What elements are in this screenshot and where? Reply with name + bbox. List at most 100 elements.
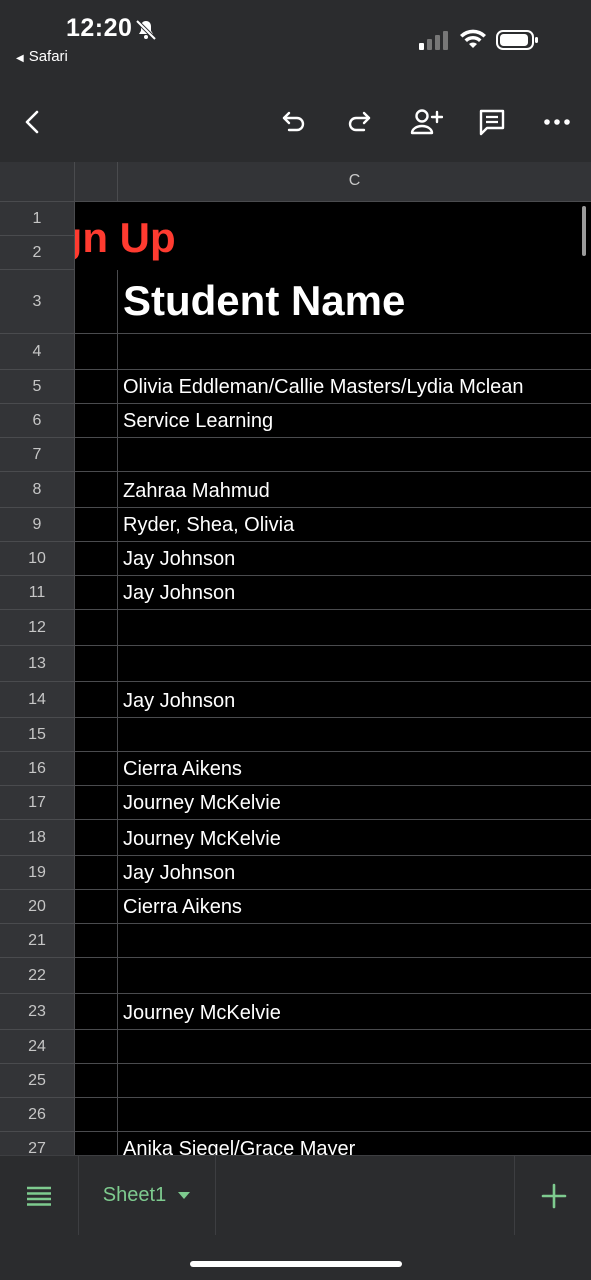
row-number[interactable]: 19 [0, 856, 75, 890]
cell-c[interactable] [118, 334, 591, 370]
cell-c[interactable] [118, 646, 591, 682]
row-number[interactable]: 14 [0, 682, 75, 718]
cell-b[interactable] [75, 610, 118, 646]
row-number[interactable]: 26 [0, 1098, 75, 1132]
row-number[interactable]: 5 [0, 370, 75, 404]
cell-b[interactable] [75, 752, 118, 786]
row-number[interactable]: 23 [0, 994, 75, 1030]
back-button[interactable] [13, 102, 53, 142]
redo-button[interactable] [339, 102, 379, 142]
table-row: 26 [0, 1098, 591, 1132]
row-number[interactable]: 16 [0, 752, 75, 786]
share-button[interactable] [406, 102, 446, 142]
table-row: 5 Olivia Eddleman/Callie Masters/Lydia Mc… [0, 370, 591, 404]
vertical-scrollbar[interactable] [582, 206, 586, 256]
cell-c[interactable] [118, 1064, 591, 1098]
cell-b[interactable] [75, 1098, 118, 1132]
cell-b[interactable] [75, 820, 118, 856]
table-row: 7 [0, 438, 591, 472]
cell-b[interactable] [75, 958, 118, 994]
row-number[interactable]: 21 [0, 924, 75, 958]
row-number[interactable]: 12 [0, 610, 75, 646]
cell-c[interactable]: Cierra Aikens [118, 890, 591, 924]
cell-b[interactable] [75, 1030, 118, 1064]
cell-c[interactable] [118, 610, 591, 646]
row-number[interactable]: 13 [0, 646, 75, 682]
cell-b[interactable] [75, 370, 118, 404]
table-row: 19 Jay Johnson [0, 856, 591, 890]
back-to-app-link[interactable]: ◀ Safari [16, 48, 68, 65]
row-number[interactable]: 24 [0, 1030, 75, 1064]
row-number[interactable]: 25 [0, 1064, 75, 1098]
cell-b[interactable] [75, 786, 118, 820]
cell-c[interactable]: Service Learning [118, 404, 591, 438]
cell-b[interactable] [75, 1064, 118, 1098]
row-number[interactable]: 27 [0, 1132, 75, 1155]
cell-c[interactable]: Anika Siegel/Grace Mayer [118, 1132, 591, 1155]
cell-c[interactable] [118, 1030, 591, 1064]
home-indicator[interactable] [190, 1261, 402, 1267]
row-number[interactable]: 10 [0, 542, 75, 576]
cell-c[interactable]: Cierra Aikens [118, 752, 591, 786]
row-number[interactable]: 4 [0, 334, 75, 370]
row-number[interactable]: 17 [0, 786, 75, 820]
row-number[interactable]: 2 [0, 236, 75, 270]
select-all-corner[interactable] [0, 162, 75, 202]
column-header-b[interactable] [75, 162, 118, 202]
cell-b[interactable] [75, 404, 118, 438]
title-cell[interactable]: Sign Up [75, 202, 591, 270]
row-number[interactable]: 22 [0, 958, 75, 994]
row-number[interactable]: 18 [0, 820, 75, 856]
more-button[interactable] [537, 102, 577, 142]
sheet-list-button[interactable] [0, 1156, 79, 1235]
cell-b[interactable] [75, 994, 118, 1030]
row-number[interactable]: 15 [0, 718, 75, 752]
cell-c[interactable]: Zahraa Mahmud [118, 472, 591, 508]
row-number[interactable]: 9 [0, 508, 75, 542]
cell-b[interactable] [75, 334, 118, 370]
cell-c[interactable]: Jay Johnson [118, 542, 591, 576]
cell-b[interactable] [75, 682, 118, 718]
cell-c[interactable]: Journey McKelvie [118, 786, 591, 820]
cell-b[interactable] [75, 542, 118, 576]
column-header-c[interactable]: C [118, 162, 591, 202]
cell-c[interactable] [118, 718, 591, 752]
sheet-tab-sheet1[interactable]: Sheet1 [78, 1156, 216, 1235]
battery-icon [496, 30, 538, 50]
cell-c[interactable] [118, 1098, 591, 1132]
cell-c[interactable] [118, 958, 591, 994]
row-number[interactable]: 8 [0, 472, 75, 508]
cell-c[interactable] [118, 438, 591, 472]
row-number[interactable]: 3 [0, 270, 75, 334]
cell-c[interactable]: Student Name [118, 270, 591, 334]
cell-c[interactable]: Ryder, Shea, Olivia [118, 508, 591, 542]
cell-c[interactable]: Olivia Eddleman/Callie Masters/Lydia Mcl… [118, 370, 591, 404]
cell-b[interactable] [75, 508, 118, 542]
cell-b[interactable] [75, 646, 118, 682]
cell-b[interactable] [75, 472, 118, 508]
row-number[interactable]: 20 [0, 890, 75, 924]
cell-b[interactable] [75, 718, 118, 752]
add-sheet-button[interactable] [514, 1156, 591, 1235]
cell-c[interactable] [118, 924, 591, 958]
table-row: 17 Journey McKelvie [0, 786, 591, 820]
table-row: 25 [0, 1064, 591, 1098]
cell-c[interactable]: Journey McKelvie [118, 994, 591, 1030]
row-number[interactable]: 6 [0, 404, 75, 438]
cell-c[interactable]: Jay Johnson [118, 682, 591, 718]
cell-c[interactable]: Jay Johnson [118, 576, 591, 610]
cell-c[interactable]: Jay Johnson [118, 856, 591, 890]
cell-b[interactable] [75, 438, 118, 472]
cell-b[interactable] [75, 890, 118, 924]
cell-b[interactable] [75, 270, 118, 334]
cell-b[interactable] [75, 1132, 118, 1155]
cell-b[interactable] [75, 924, 118, 958]
cell-c[interactable]: Journey McKelvie [118, 820, 591, 856]
comment-button[interactable] [472, 102, 512, 142]
undo-button[interactable] [274, 102, 314, 142]
cell-b[interactable] [75, 576, 118, 610]
row-number[interactable]: 7 [0, 438, 75, 472]
cell-b[interactable] [75, 856, 118, 890]
row-number[interactable]: 1 [0, 202, 75, 236]
row-number[interactable]: 11 [0, 576, 75, 610]
